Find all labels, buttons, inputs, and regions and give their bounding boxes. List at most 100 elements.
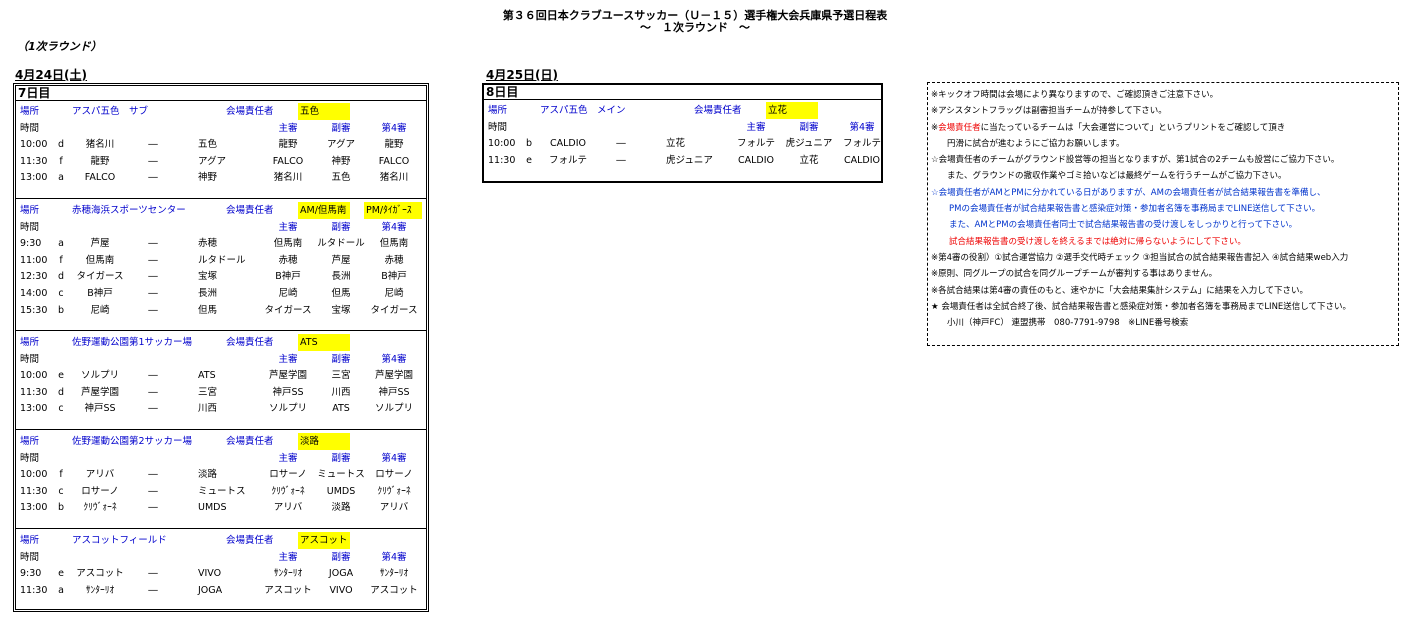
match-row: 12:30 d タイガース ― 宝塚 B神戸 長洲 B神戸 bbox=[16, 268, 426, 285]
kickoff-time: 11:30 bbox=[20, 155, 48, 167]
venue-block: 場所 アスパ五色 メイン 会場責任者 立花 時間 主審 副審 第4審 10:00 b CALDIO ―… bbox=[484, 99, 881, 194]
day-label: 8日目 bbox=[484, 85, 881, 100]
home-team: B神戸 bbox=[87, 288, 113, 299]
column-header-row: 時間 主審 副審 第4審 bbox=[16, 450, 426, 467]
versus-dash: ― bbox=[616, 138, 626, 150]
assistant-referee: 立花 bbox=[799, 154, 819, 166]
assistant-referee: 三宮 bbox=[331, 370, 351, 382]
assistant-referee: UMDS bbox=[326, 485, 356, 497]
kickoff-time: 10:00 bbox=[20, 370, 48, 382]
versus-dash: ― bbox=[148, 271, 158, 283]
main-referee-label: 主審 bbox=[278, 551, 298, 563]
venue-name: 佐野運動公園第1サッカー場 bbox=[72, 337, 193, 348]
away-team: 長洲 bbox=[198, 288, 218, 299]
assistant-referee: JOGA bbox=[328, 568, 354, 580]
venue-row: 場所 赤穂海浜スポーツセンター 会場責任者 AM/但馬南 PM/ﾀｲｶﾞｰｽ bbox=[16, 202, 426, 219]
main-referee-label: 主審 bbox=[746, 121, 766, 133]
manager-name: 五色 bbox=[298, 103, 350, 120]
note-highlight: 会場責任者 bbox=[938, 122, 981, 133]
versus-dash: ― bbox=[148, 304, 158, 316]
group-letter: a bbox=[58, 172, 64, 184]
kickoff-time: 13:00 bbox=[20, 403, 48, 415]
home-team: タイガース bbox=[76, 271, 124, 283]
round-label: （1次ラウンド） bbox=[17, 40, 102, 53]
away-team: 赤穂 bbox=[198, 238, 218, 250]
venue-row: 場所 アスパ五色 サブ 会場責任者 五色 bbox=[16, 103, 426, 120]
fourth-official-label: 第4審 bbox=[381, 122, 407, 134]
assistant-referee: 長洲 bbox=[331, 271, 351, 283]
away-team: 但馬 bbox=[198, 304, 218, 316]
main-referee: 神戸SS bbox=[272, 386, 304, 398]
kickoff-time: 11:00 bbox=[20, 254, 48, 266]
away-team: 淡路 bbox=[198, 469, 218, 481]
manager-name: AM/但馬南 bbox=[298, 202, 350, 219]
home-team: ロサーノ bbox=[81, 485, 119, 497]
manager-label: 会場責任者 bbox=[226, 436, 274, 447]
fourth-official-label: 第4審 bbox=[381, 221, 407, 233]
venue-block: 場所 アスコットフィールド 会場責任者 アスコット 時間 主審 副審 第4審 9:30 e アスコッ… bbox=[16, 528, 426, 623]
match-row: 15:30 b 尼崎 ― 但馬 タイガース 宝塚 タイガース bbox=[16, 302, 426, 319]
main-referee: 但馬南 bbox=[273, 238, 303, 250]
assistant-referee: 神野 bbox=[331, 155, 351, 167]
versus-dash: ― bbox=[148, 469, 158, 481]
manager-label: 会場責任者 bbox=[226, 337, 274, 348]
match-row: 10:00 f アリバ ― 淡路 ロサーノ ミュートス ロサーノ bbox=[16, 466, 426, 483]
main-referee: フォルテ bbox=[736, 138, 775, 150]
fourth-official: ｸﾘｳﾞｫｰﾈ bbox=[377, 485, 411, 497]
away-team: UMDS bbox=[198, 502, 227, 514]
main-referee: B神戸 bbox=[275, 271, 301, 283]
versus-dash: ― bbox=[148, 403, 158, 415]
match-row: 11:30 d 芦屋学園 ― 三宮 神戸SS 川西 神戸SS bbox=[16, 384, 426, 401]
match-row: 10:00 e ソルプリ ― ATS 芦屋学園 三宮 芦屋学園 bbox=[16, 367, 426, 384]
note-line: 試合結果報告書の受け渡しを終えるまでは絶対に帰らないようにして下さい。 bbox=[949, 236, 1246, 247]
manager-name: PM/ﾀｲｶﾞｰｽ bbox=[364, 202, 422, 219]
away-team: 立花 bbox=[666, 138, 686, 150]
venue-name: 赤穂海浜スポーツセンター bbox=[72, 205, 186, 216]
note-line: ★ 会場責任者は全試合終了後、試合結果報告書と感染症対策・参加者名簿を事務局まで… bbox=[931, 301, 1352, 312]
main-referee: アスコット bbox=[264, 584, 312, 596]
group-letter: f bbox=[59, 155, 63, 167]
fourth-official: ロサーノ bbox=[375, 469, 413, 481]
note-line: また、グラウンドの撤収作業やゴミ拾いなどは最終ゲームを行うチームがご協力下さい。 bbox=[947, 171, 1287, 182]
venue-row: 場所 アスコットフィールド 会場責任者 アスコット bbox=[16, 532, 426, 549]
title-line-2: ～ １次ラウンド ～ bbox=[640, 21, 750, 34]
kickoff-time: 11:30 bbox=[20, 485, 48, 497]
fourth-official-label: 第4審 bbox=[849, 121, 875, 133]
match-row: 10:00 d 猪名川 ― 五色 龍野 アグア 龍野 bbox=[16, 136, 426, 153]
assistant-referee-label: 副審 bbox=[331, 221, 351, 233]
venue-name: アスパ五色 メイン bbox=[540, 105, 626, 116]
main-referee: ソルプリ bbox=[268, 403, 307, 415]
group-letter: b bbox=[57, 304, 65, 316]
assistant-referee: 芦屋 bbox=[331, 254, 351, 266]
away-team: 虎ジュニア bbox=[666, 154, 713, 166]
group-letter: b bbox=[57, 502, 65, 514]
time-label: 時間 bbox=[20, 452, 40, 464]
versus-dash: ― bbox=[148, 238, 158, 250]
venue-row: 場所 佐野運動公園第1サッカー場 会場責任者 ATS bbox=[16, 334, 426, 351]
manager-name: ATS bbox=[298, 334, 350, 351]
venue-name: アスコットフィールド bbox=[72, 535, 167, 546]
note-line: ※アシスタントフラッグは副審担当チームが持参して下さい。 bbox=[931, 106, 1167, 117]
assistant-referee: 虎ジュニア bbox=[785, 138, 833, 150]
versus-dash: ― bbox=[148, 370, 158, 382]
note-line: ※各試合結果は第4審の責任のもと、速やかに「大会結果集計システム」に結果を入力し… bbox=[931, 285, 1309, 296]
venue-row: 場所 佐野運動公園第2サッカー場 会場責任者 淡路 bbox=[16, 433, 426, 450]
venue-label: 場所 bbox=[20, 106, 40, 117]
time-label: 時間 bbox=[20, 551, 40, 563]
versus-dash: ― bbox=[148, 568, 158, 580]
notes-box: ※キックオフ時間は会場により異なりますので、ご確認頂きご注意下さい。 ※アシスタン… bbox=[927, 82, 1399, 346]
match-row: 14:00 c B神戸 ― 長洲 尼崎 但馬 尼崎 bbox=[16, 285, 426, 302]
main-referee-label: 主審 bbox=[278, 221, 298, 233]
fourth-official: ソルプリ bbox=[374, 403, 413, 415]
venue-row: 場所 アスパ五色 メイン 会場責任者 立花 bbox=[484, 102, 881, 119]
fourth-official: CALDIO bbox=[843, 154, 881, 166]
main-referee: 猪名川 bbox=[273, 172, 303, 184]
main-referee: タイガース bbox=[264, 304, 312, 316]
note-line: ☆会場責任者がAMとPMに分かれている日がありますが、AMの会場責任者が試合結果… bbox=[931, 187, 1326, 198]
versus-dash: ― bbox=[148, 155, 158, 167]
versus-dash: ― bbox=[148, 584, 158, 596]
group-letter: d bbox=[57, 139, 65, 151]
manager-label: 会場責任者 bbox=[694, 105, 742, 116]
venue-block: 場所 佐野運動公園第2サッカー場 会場責任者 淡路 時間 主審 副審 第4審 10:00 f アリバ… bbox=[16, 429, 426, 541]
kickoff-time: 12:30 bbox=[20, 271, 48, 283]
